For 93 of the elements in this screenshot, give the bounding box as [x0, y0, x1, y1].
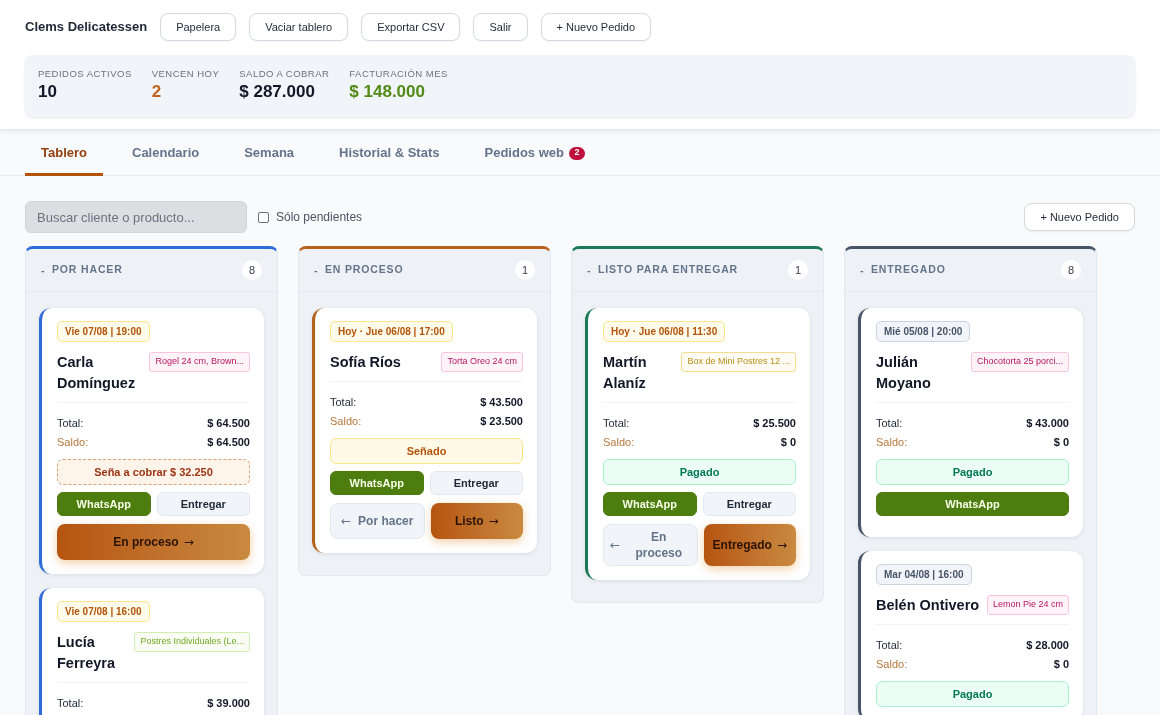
stat-value: $ 287.000 — [239, 81, 316, 103]
stat-value: 2 — [151, 81, 163, 103]
move-forward-button[interactable]: Entregado → — [703, 524, 796, 566]
date-chip: Vie 07/08 | 19:00 — [57, 321, 150, 342]
tab[interactable]: Semana — [228, 130, 311, 176]
count-badge: 1 — [515, 260, 535, 280]
date-chip: Vie 07/08 | 16:00 — [57, 601, 150, 622]
header-button[interactable]: Salir — [473, 13, 528, 41]
product-tag: Rogel 24 cm, Brown... — [149, 352, 250, 372]
payment-status: Pagado — [603, 459, 796, 485]
tab[interactable]: Pedidos web 2 — [468, 130, 601, 176]
column-title: POR HACER — [52, 262, 123, 278]
new-order-button[interactable]: + Nuevo Pedido — [1024, 203, 1135, 231]
stat-value: 10 — [38, 81, 58, 103]
stat-label: FACTURACIÓN MES — [349, 67, 448, 81]
stat-label: PEDIDOS ACTIVOS — [38, 67, 132, 81]
product-tag: Chocotorta 25 porci... — [970, 352, 1069, 372]
move-forward-button[interactable]: Listo → — [430, 503, 523, 539]
total-value: $ 39.000 — [207, 696, 250, 711]
tab[interactable]: Calendario — [116, 130, 216, 176]
collapse-toggle[interactable]: - — [587, 261, 598, 279]
whatsapp-button[interactable]: WhatsApp — [876, 492, 1069, 516]
search-field[interactable]: Buscar cliente o producto... — [25, 201, 247, 233]
total-label: Total: — [57, 696, 84, 711]
date-chip: Mar 04/08 | 16:00 — [876, 564, 972, 585]
payment-status: Pagado — [876, 459, 1069, 485]
customer-name: Lucía Ferreyra — [57, 633, 117, 673]
move-back-button[interactable]: ← Por hacer — [330, 503, 425, 539]
balance-label: Saldo: — [876, 657, 908, 672]
customer-name: Julián Moyano — [876, 353, 932, 393]
deliver-button[interactable]: Entregar — [702, 492, 796, 516]
deliver-button[interactable]: Entregar — [429, 471, 523, 495]
balance-label: Saldo: — [57, 435, 89, 450]
total-label: Total: — [57, 416, 84, 431]
collapse-toggle[interactable]: - — [314, 261, 325, 279]
stat-label: VENCEN HOY — [151, 67, 220, 81]
column-title: EN PROCESO — [325, 262, 404, 278]
collapse-toggle[interactable]: - — [860, 261, 871, 279]
whatsapp-button[interactable]: WhatsApp — [57, 492, 151, 516]
whatsapp-button[interactable]: WhatsApp — [603, 492, 697, 516]
balance-value: $ 0 — [780, 435, 796, 450]
header-button[interactable]: Papelera — [160, 13, 237, 41]
checkbox-label[interactable]: Sólo pendientes — [276, 208, 363, 226]
stat-value: $ 148.000 — [349, 81, 426, 103]
app-title: Clems Delicatessen — [25, 18, 148, 37]
count-badge: 8 — [1061, 260, 1081, 280]
total-label: Total: — [330, 395, 357, 410]
customer-name: Carla Domínguez — [57, 353, 137, 393]
move-forward-button[interactable]: En proceso → — [57, 524, 250, 560]
balance-value: $ 0 — [1053, 435, 1069, 450]
product-tag: Box de Mini Postres 12 ... — [681, 352, 796, 372]
stat-label: SALDO A COBRAR — [239, 67, 330, 81]
header-button[interactable]: + Nuevo Pedido — [540, 13, 652, 41]
balance-label: Saldo: — [603, 435, 635, 450]
whatsapp-button[interactable]: WhatsApp — [330, 471, 424, 495]
product-tag: Postres Individuales (Le... — [134, 632, 250, 652]
payment-status: Seña a cobrar $ 32.250 — [57, 459, 250, 485]
total-label: Total: — [876, 416, 903, 431]
pending-filter-checkbox[interactable] — [258, 211, 269, 223]
total-value: $ 43.000 — [1026, 416, 1069, 431]
customer-name: Belén Ontivero — [876, 596, 980, 615]
date-chip: Hoy · Jue 06/08 | 17:00 — [330, 321, 453, 342]
column-title: ENTREGADO — [871, 262, 946, 278]
total-value: $ 25.500 — [753, 416, 796, 431]
count-badge: 8 — [242, 260, 262, 280]
customer-name: Sofía Ríos — [330, 353, 401, 372]
deliver-button[interactable]: Entregar — [156, 492, 250, 516]
tab[interactable]: Tablero — [25, 130, 103, 176]
total-value: $ 64.500 — [207, 416, 250, 431]
move-back-button[interactable]: ← En proceso — [603, 524, 698, 566]
total-value: $ 28.000 — [1026, 638, 1069, 653]
tab[interactable]: Historial & Stats — [323, 130, 456, 176]
payment-status: Señado — [330, 438, 523, 464]
payment-status: Pagado — [876, 681, 1069, 707]
header-button[interactable]: Vaciar tablero — [249, 13, 349, 41]
total-label: Total: — [603, 416, 630, 431]
column-title: LISTO PARA ENTREGAR — [598, 262, 739, 278]
product-tag: Torta Oreo 24 cm — [441, 352, 523, 372]
balance-value: $ 64.500 — [207, 435, 250, 450]
collapse-toggle[interactable]: - — [41, 261, 52, 279]
balance-label: Saldo: — [330, 414, 362, 429]
total-value: $ 43.500 — [480, 395, 523, 410]
balance-value: $ 0 — [1053, 657, 1069, 672]
balance-label: Saldo: — [876, 435, 908, 450]
product-tag: Lemon Pie 24 cm — [986, 595, 1069, 615]
balance-value: $ 23.500 — [480, 414, 523, 429]
date-chip: Mié 05/08 | 20:00 — [876, 321, 971, 342]
count-badge: 1 — [788, 260, 808, 280]
date-chip: Hoy · Jue 06/08 | 11:30 — [603, 321, 726, 342]
notification-badge: 2 — [568, 146, 585, 160]
customer-name: Martín Alaníz — [603, 353, 648, 393]
total-label: Total: — [876, 638, 903, 653]
header-button[interactable]: Exportar CSV — [361, 13, 461, 41]
